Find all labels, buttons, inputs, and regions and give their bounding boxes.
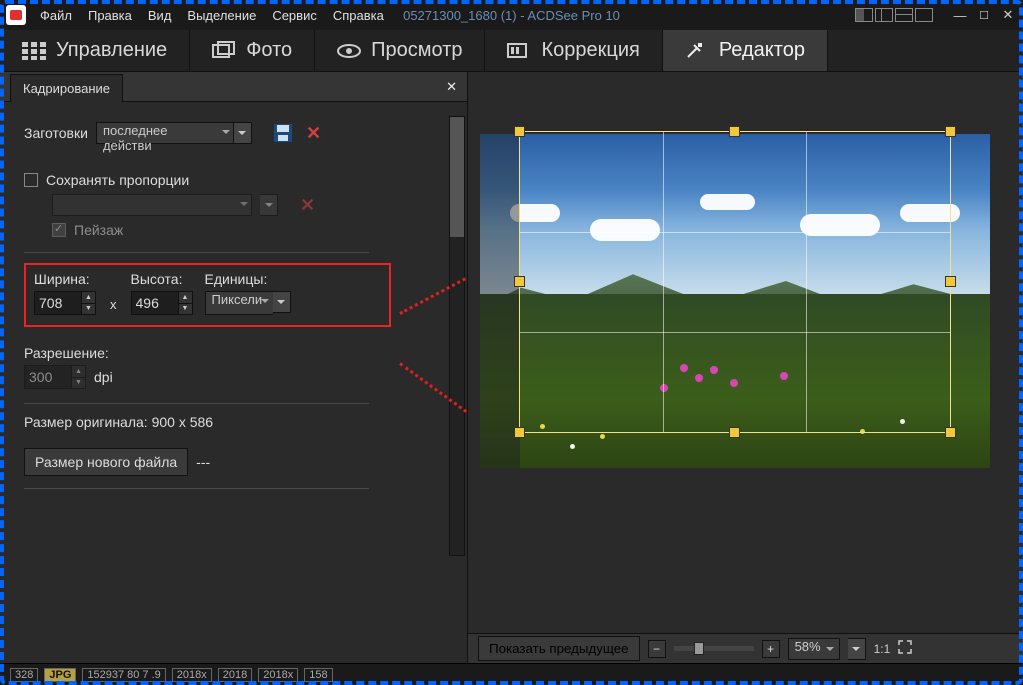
crop-panel: Кадрирование ✕ Заготовки последнее дейст… bbox=[0, 72, 468, 663]
main-area: Кадрирование ✕ Заготовки последнее дейст… bbox=[0, 72, 1023, 663]
width-field[interactable] bbox=[35, 292, 81, 314]
grid-icon bbox=[22, 41, 46, 61]
mode-tabs: Управление Фото Просмотр Коррекция Редак… bbox=[0, 30, 1023, 72]
units-combo[interactable]: Пиксели bbox=[205, 291, 273, 315]
crop-handle-tm[interactable] bbox=[730, 127, 739, 136]
panel-title: Кадрирование bbox=[10, 74, 123, 102]
mode-manage[interactable]: Управление bbox=[0, 30, 190, 71]
thumb-chip[interactable]: 328 bbox=[10, 668, 38, 682]
zoom-dropdown-button[interactable] bbox=[848, 638, 866, 660]
crop-handle-mr[interactable] bbox=[946, 277, 955, 286]
dpi-label: dpi bbox=[94, 369, 113, 385]
thumb-chip[interactable]: 2018x bbox=[258, 668, 298, 682]
keep-ratio-checkbox[interactable] bbox=[24, 173, 38, 187]
crop-handle-bl[interactable] bbox=[515, 428, 524, 437]
thumb-chip[interactable]: 158 bbox=[304, 668, 332, 682]
window-maximize-button[interactable] bbox=[975, 6, 993, 24]
mode-label: Просмотр bbox=[371, 39, 462, 62]
zoom-1-1[interactable]: 1:1 bbox=[874, 642, 891, 656]
width-input[interactable]: ▲▼ bbox=[34, 291, 96, 315]
landscape-checkbox[interactable] bbox=[52, 223, 66, 237]
show-previous-button[interactable]: Показать предыдущее bbox=[478, 636, 640, 661]
viewer-statusbar: Показать предыдущее − + 58% 1:1 bbox=[468, 633, 1023, 663]
dimension-separator: x bbox=[108, 297, 119, 315]
panel-close-icon[interactable]: ✕ bbox=[446, 79, 457, 95]
app-logo bbox=[6, 5, 26, 25]
mode-label: Редактор bbox=[719, 39, 805, 62]
resolution-label: Разрешение: bbox=[24, 345, 449, 361]
mode-view[interactable]: Просмотр bbox=[315, 30, 485, 71]
tools-icon bbox=[685, 41, 709, 61]
crop-handle-ml[interactable] bbox=[515, 277, 524, 286]
fullscreen-icon[interactable] bbox=[898, 640, 912, 657]
crop-handle-tr[interactable] bbox=[946, 127, 955, 136]
crop-handle-bm[interactable] bbox=[730, 428, 739, 437]
window-close-button[interactable] bbox=[999, 6, 1017, 24]
width-label: Ширина: bbox=[34, 271, 96, 287]
menu-edit[interactable]: Правка bbox=[88, 8, 132, 23]
crop-rectangle[interactable] bbox=[520, 132, 950, 432]
new-file-size-value: --- bbox=[196, 454, 210, 470]
height-input[interactable]: ▲▼ bbox=[131, 291, 193, 315]
original-size: Размер оригинала: 900 x 586 bbox=[24, 414, 449, 430]
crop-handle-tl[interactable] bbox=[515, 127, 524, 136]
panel-header: Кадрирование ✕ bbox=[0, 72, 467, 102]
resolution-field[interactable] bbox=[25, 366, 71, 388]
layout-preset-4[interactable] bbox=[915, 8, 933, 22]
mode-label: Коррекция bbox=[541, 39, 639, 62]
keep-ratio-label: Сохранять пропорции bbox=[46, 172, 189, 188]
window-minimize-button[interactable] bbox=[951, 6, 969, 24]
save-preset-icon[interactable] bbox=[272, 122, 294, 144]
resolution-input[interactable]: ▲▼ bbox=[24, 365, 86, 389]
units-label: Единицы: bbox=[205, 271, 291, 287]
menu-service[interactable]: Сервис bbox=[272, 8, 317, 23]
canvas[interactable] bbox=[468, 72, 1023, 633]
mode-label: Фото bbox=[246, 39, 292, 62]
window-title: 05271300_1680 (1) - ACDSee Pro 10 bbox=[403, 8, 620, 23]
titlebar: Файл Правка Вид Выделение Сервис Справка… bbox=[0, 0, 1023, 30]
zoom-level-combo[interactable]: 58% bbox=[788, 638, 840, 660]
eye-icon bbox=[337, 41, 361, 61]
presets-combo[interactable]: последнее действи bbox=[96, 122, 234, 144]
height-label: Высота: bbox=[131, 271, 193, 287]
menu-select[interactable]: Выделение bbox=[187, 8, 256, 23]
menu-help[interactable]: Справка bbox=[333, 8, 384, 23]
mode-label: Управление bbox=[56, 39, 167, 62]
main-menu: Файл Правка Вид Выделение Сервис Справка bbox=[40, 8, 384, 23]
sliders-icon bbox=[507, 41, 531, 61]
mode-develop[interactable]: Коррекция bbox=[485, 30, 662, 71]
units-dropdown-button[interactable] bbox=[273, 291, 291, 313]
zoom-in-button[interactable]: + bbox=[762, 640, 780, 658]
mode-editor[interactable]: Редактор bbox=[663, 30, 828, 71]
dimensions-highlight-box: Ширина: ▲▼ x Высота: ▲▼ bbox=[24, 263, 391, 327]
ratio-delete-icon[interactable]: ✕ bbox=[300, 195, 315, 216]
layout-preset-2[interactable] bbox=[875, 8, 893, 22]
menu-file[interactable]: Файл bbox=[40, 8, 72, 23]
crop-handle-br[interactable] bbox=[946, 428, 955, 437]
thumb-chip[interactable]: 2018 bbox=[218, 668, 252, 682]
thumb-chip-jpg[interactable]: JPG bbox=[44, 668, 76, 682]
layout-preset-1[interactable] bbox=[855, 8, 873, 22]
mode-photo[interactable]: Фото bbox=[190, 30, 315, 71]
zoom-slider[interactable] bbox=[674, 646, 754, 651]
thumb-chip[interactable]: 2018x bbox=[172, 668, 212, 682]
panel-scrollbar[interactable] bbox=[449, 116, 465, 556]
height-field[interactable] bbox=[132, 292, 178, 314]
footer-filmstrip[interactable]: 328 JPG 152937 80 7 .9 2018x 2018 2018x … bbox=[0, 663, 1023, 685]
ratio-dropdown-button[interactable] bbox=[260, 194, 278, 216]
delete-preset-icon[interactable]: ✕ bbox=[306, 123, 321, 144]
layout-preset-3[interactable] bbox=[895, 8, 913, 22]
menu-view[interactable]: Вид bbox=[148, 8, 172, 23]
ratio-combo[interactable] bbox=[52, 194, 252, 216]
image-viewer: Показать предыдущее − + 58% 1:1 bbox=[468, 72, 1023, 663]
presets-label: Заготовки bbox=[24, 125, 88, 141]
presets-dropdown-button[interactable] bbox=[234, 122, 252, 144]
thumb-chip[interactable]: 152937 80 7 .9 bbox=[82, 668, 165, 682]
new-file-size-button[interactable]: Размер нового файла bbox=[24, 448, 188, 476]
photos-icon bbox=[212, 41, 236, 61]
zoom-out-button[interactable]: − bbox=[648, 640, 666, 658]
layout-presets[interactable] bbox=[855, 8, 933, 22]
landscape-label: Пейзаж bbox=[74, 222, 123, 238]
